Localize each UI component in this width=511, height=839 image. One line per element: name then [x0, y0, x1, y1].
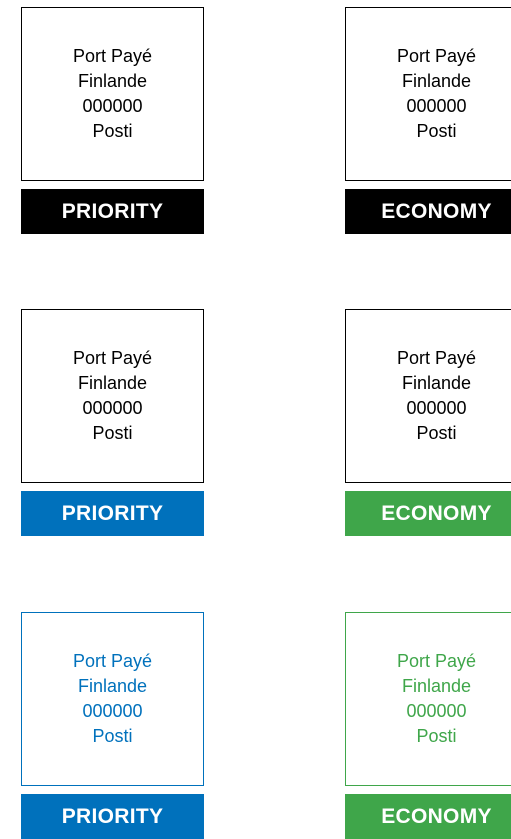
stamp-line-country: Finlande — [77, 676, 148, 696]
postage-stamp-economy-green: Port Payé Finlande 000000 Posti — [345, 612, 511, 786]
stamp-line-port-paye: Port Payé — [72, 46, 153, 66]
stamp-line-carrier: Posti — [416, 423, 457, 443]
stamp-line-country: Finlande — [401, 676, 472, 696]
stamp-line-port-paye: Port Payé — [396, 651, 477, 671]
stamp-line-permit-number: 000000 — [406, 96, 467, 116]
stamp-line-carrier: Posti — [92, 121, 133, 141]
stamp-line-permit-number: 000000 — [82, 701, 143, 721]
economy-band-black: ECONOMY — [345, 189, 511, 234]
stamp-line-port-paye: Port Payé — [396, 348, 477, 368]
postage-stamp-priority-black: Port Payé Finlande 000000 Posti — [21, 7, 204, 181]
economy-band-green: ECONOMY — [345, 491, 511, 536]
stamp-line-port-paye: Port Payé — [72, 651, 153, 671]
postage-stamp-priority-blue: Port Payé Finlande 000000 Posti — [21, 612, 204, 786]
stamp-line-permit-number: 000000 — [406, 398, 467, 418]
postage-stamp-economy-green-band: Port Payé Finlande 000000 Posti — [345, 309, 511, 483]
postage-stamp-priority-blue-band: Port Payé Finlande 000000 Posti — [21, 309, 204, 483]
economy-band-green: ECONOMY — [345, 794, 511, 839]
postage-stamp-economy-black: Port Payé Finlande 000000 Posti — [345, 7, 511, 181]
stamp-line-carrier: Posti — [92, 423, 133, 443]
stamp-line-permit-number: 000000 — [82, 398, 143, 418]
stamp-line-carrier: Posti — [92, 726, 133, 746]
stamp-line-carrier: Posti — [416, 726, 457, 746]
stamp-line-permit-number: 000000 — [82, 96, 143, 116]
priority-band-blue: PRIORITY — [21, 491, 204, 536]
stamp-line-country: Finlande — [77, 373, 148, 393]
stamp-line-country: Finlande — [401, 373, 472, 393]
stamp-line-port-paye: Port Payé — [72, 348, 153, 368]
stamp-line-port-paye: Port Payé — [396, 46, 477, 66]
priority-band-blue: PRIORITY — [21, 794, 204, 839]
stamp-line-carrier: Posti — [416, 121, 457, 141]
stamp-line-country: Finlande — [77, 71, 148, 91]
priority-band-black: PRIORITY — [21, 189, 204, 234]
stamp-line-country: Finlande — [401, 71, 472, 91]
stamp-line-permit-number: 000000 — [406, 701, 467, 721]
